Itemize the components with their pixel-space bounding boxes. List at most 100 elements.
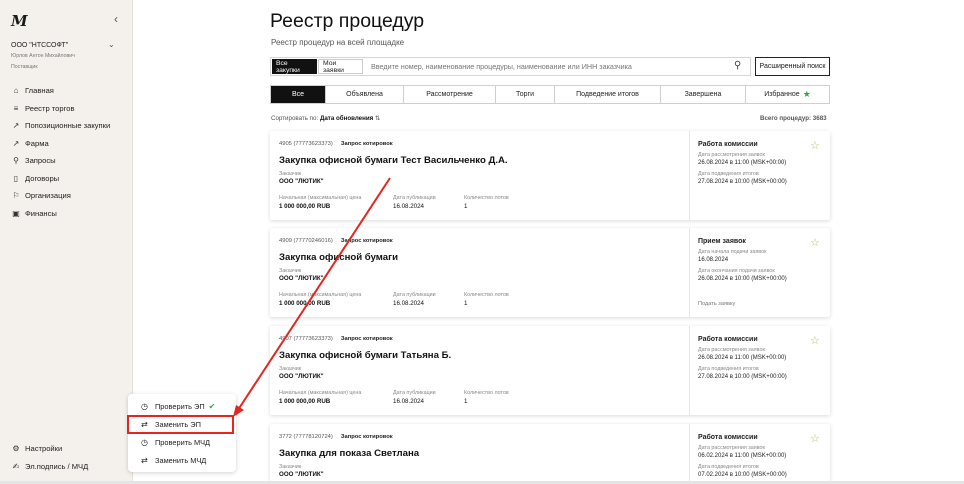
- submit-application-link[interactable]: Подать заявку: [698, 301, 735, 307]
- popup-item-label: Заменить МЧД: [155, 456, 207, 465]
- tab-bidding[interactable]: Торги: [496, 86, 555, 103]
- customer-label: Заказчик: [279, 268, 302, 274]
- tab-announced[interactable]: Объявлена: [326, 86, 404, 103]
- user-name: Юрлов Антон Михайлович: [11, 53, 75, 59]
- procedure-card[interactable]: 4905 (77773623373) Запрос котировок Закуп…: [270, 131, 830, 220]
- lots-label: Количество лотов: [464, 390, 509, 396]
- sidebar-item-finance[interactable]: ▣ Финансы: [11, 205, 110, 223]
- replace-mchd-item[interactable]: ⇄ Заменить МЧД: [128, 452, 236, 469]
- popup-item-label: Проверить МЧД: [155, 438, 211, 447]
- tab-favorites[interactable]: Избранное ★: [746, 86, 829, 103]
- tab-results[interactable]: Подведение итогов: [555, 86, 661, 103]
- tab-review[interactable]: Рассмотрение: [404, 86, 496, 103]
- tab-completed[interactable]: Завершена: [661, 86, 746, 103]
- status-date-label: Дата рассмотрения заявок: [698, 152, 765, 158]
- procedure-title[interactable]: Закупка для показа Светлана: [279, 448, 419, 459]
- status-title: Работа комиссии: [698, 141, 758, 148]
- sidebar-item-home[interactable]: ⌂ Главная: [11, 82, 110, 100]
- sidebar-item-positional[interactable]: ↗ Попозиционные закупки: [11, 117, 111, 135]
- procedure-title[interactable]: Закупка офисной бумаги: [279, 252, 398, 263]
- tab-all[interactable]: Все: [271, 86, 326, 103]
- status-title: Работа комиссии: [698, 336, 758, 343]
- price-label: Начальная (максимальная) цена: [279, 195, 362, 201]
- sort-prefix: Сортировать по:: [271, 115, 319, 122]
- sidebar-item-label: Договоры: [25, 173, 60, 183]
- search-icon: ⚲: [13, 156, 19, 166]
- sidebar-item-organization[interactable]: ⚐ Организация: [11, 187, 110, 205]
- arrow-icon: ↗: [12, 138, 20, 148]
- sidebar-bottom: ⚙ Настройки ✍ Эл.подпись / МЧД: [11, 440, 88, 475]
- logo[interactable]: M: [11, 12, 28, 30]
- check-mchd-item[interactable]: ◷ Проверить МЧД: [128, 434, 236, 451]
- customer-value[interactable]: ООО "ЛЮТИК": [279, 471, 324, 478]
- status-date-value: 26.08.2024 в 11:00 (MSK+00:00): [698, 160, 787, 166]
- favorite-star-icon[interactable]: ☆: [810, 139, 820, 152]
- toggle-all-purchases[interactable]: Все закупки: [272, 59, 317, 74]
- sidebar: M ‹ ООО "НТССОФТ" ⌄ Юрлов Антон Михайлов…: [0, 0, 133, 484]
- price-value: 1 000 000,00 RUB: [279, 398, 331, 405]
- procedure-number: 4907 (77773623373): [279, 336, 333, 342]
- status-date-value: 07.02.2024 в 10:00 (MSK+00:00): [698, 472, 787, 478]
- check-signature-item[interactable]: ◷ Проверить ЭП ✔: [128, 398, 236, 415]
- org-name[interactable]: ООО "НТССОФТ": [11, 42, 68, 49]
- procedure-card[interactable]: 4907 (77773623373) Запрос котировок Закуп…: [270, 326, 830, 415]
- home-icon: ⌂: [13, 86, 19, 96]
- customer-value[interactable]: ООО "ЛЮТИК": [279, 373, 324, 380]
- customer-label: Заказчик: [279, 464, 302, 470]
- advanced-search-button[interactable]: Расширенный поиск: [755, 57, 830, 76]
- chevron-down-icon[interactable]: ⌄: [108, 40, 115, 49]
- sidebar-item-label: Настройки: [25, 444, 63, 454]
- sidebar-item-label: Главная: [25, 86, 54, 96]
- search-bar: Все закупки Мои заявки: [270, 57, 751, 76]
- popup-item-label: Проверить ЭП: [155, 402, 205, 411]
- sidebar-item-signature[interactable]: ✍ Эл.подпись / МЧД: [11, 458, 89, 476]
- status-date-label: Дата подведения итогов: [698, 366, 759, 372]
- procedure-card[interactable]: 4909 (77770246016) Запрос котировок Закуп…: [270, 228, 830, 317]
- toggle-my-applications[interactable]: Мои заявки: [318, 59, 363, 74]
- star-icon: ★: [802, 89, 811, 99]
- favorite-star-icon[interactable]: ☆: [810, 334, 820, 347]
- search-icon[interactable]: ⚲: [734, 60, 741, 71]
- procedure-card[interactable]: 3772 (77778120724) Запрос котировок Закуп…: [270, 424, 830, 481]
- customer-value[interactable]: ООО "ЛЮТИК": [279, 275, 324, 282]
- procedure-type: Запрос котировок: [340, 141, 393, 147]
- sidebar-item-settings[interactable]: ⚙ Настройки: [11, 440, 88, 458]
- procedure-number: 3772 (77778120724): [279, 434, 333, 440]
- document-icon: ▯: [13, 173, 19, 183]
- sidebar-item-contracts[interactable]: ▯ Договоры: [11, 170, 110, 188]
- status-date-value: 16.08.2024: [698, 257, 729, 263]
- card-meta: 4905 (77773623373) Запрос котировок: [279, 141, 393, 147]
- customer-label: Заказчик: [279, 366, 302, 372]
- status-date-label: Дата начала подачи заявок: [698, 249, 767, 255]
- sidebar-item-label: Реестр торгов: [25, 103, 75, 113]
- card-divider: [689, 131, 690, 220]
- customer-label: Заказчик: [279, 171, 302, 177]
- search-input[interactable]: [371, 60, 711, 73]
- favorite-star-icon[interactable]: ☆: [810, 432, 820, 445]
- gear-icon: ⚙: [12, 444, 20, 454]
- price-label: Начальная (максимальная) цена: [279, 292, 362, 298]
- sidebar-item-registry[interactable]: ≡ Реестр торгов: [11, 100, 110, 118]
- sort-control[interactable]: Сортировать по: Дата обновления ⇅: [271, 115, 380, 122]
- status-tabs: Все Объявлена Рассмотрение Торги Подведе…: [270, 85, 830, 104]
- sidebar-item-pharma[interactable]: ↗ Фарма: [11, 135, 110, 153]
- card-divider: [689, 424, 690, 481]
- clock-icon: ◷: [141, 402, 148, 411]
- chevron-left-icon[interactable]: ‹: [114, 12, 118, 26]
- pub-date-value: 16.08.2024: [393, 203, 424, 210]
- procedure-title[interactable]: Закупка офисной бумаги Тест Васильченко …: [279, 155, 508, 166]
- user-role: Поставщик: [11, 64, 38, 70]
- swap-icon: ⇄: [141, 456, 148, 465]
- customer-value[interactable]: ООО "ЛЮТИК": [279, 178, 324, 185]
- sort-icon: ⇅: [375, 115, 381, 122]
- card-divider: [689, 228, 690, 317]
- procedure-title[interactable]: Закупка офисной бумаги Татьяна Б.: [279, 350, 451, 361]
- sidebar-item-label: Организация: [25, 191, 71, 201]
- status-date-value: 26.08.2024 в 11:00 (MSK+00:00): [698, 355, 787, 361]
- lots-value: 1: [464, 300, 468, 307]
- favorite-star-icon[interactable]: ☆: [810, 236, 820, 249]
- procedure-type: Запрос котировок: [340, 434, 393, 440]
- highlight-box: [127, 415, 234, 434]
- sidebar-item-requests[interactable]: ⚲ Запросы: [11, 152, 110, 170]
- pub-date-value: 16.08.2024: [393, 300, 424, 307]
